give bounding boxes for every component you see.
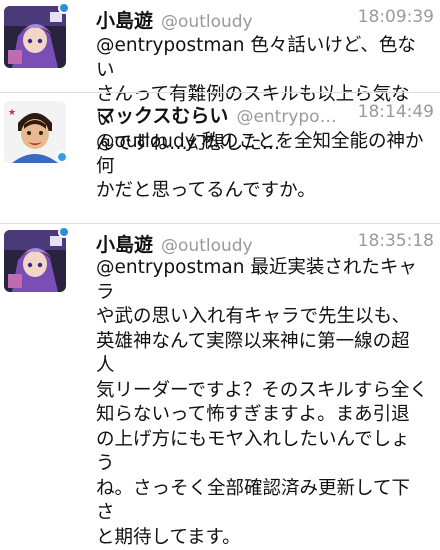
reply-indicator-icon [58, 226, 70, 238]
display-name[interactable]: 小島遊 @outloudy [96, 230, 253, 257]
avatar[interactable] [4, 230, 66, 292]
verified-badge-icon [56, 151, 68, 163]
anime-avatar-icon [4, 230, 66, 292]
tweet-text: @outloudy 私のことを全知全能の神か何 かだと思ってるんですか。 [96, 131, 424, 201]
tweet-row[interactable]: 小島遊 @outloudy 18:35:18 @entrypostman 最近実装… [0, 224, 440, 548]
username: @outloudy [161, 12, 253, 32]
svg-text:★: ★ [8, 108, 16, 118]
tweet-text: @entrypostman 最近実装されたキャラ や武の思い入れ有キャラで先生以… [96, 257, 428, 548]
username: @outloudy [161, 236, 253, 256]
timestamp: 18:35:18 [357, 231, 434, 251]
tweet-row[interactable]: 小島遊 @outloudy 18:09:39 @entrypostman 色々話い… [0, 0, 440, 154]
anime-avatar-icon [4, 6, 66, 68]
tweet-row[interactable]: ★ マックスむらい @entrypo… 18:14:49 @outloudy 私の… [0, 93, 440, 223]
display-name[interactable]: 小島遊 @outloudy [96, 6, 253, 33]
username: @entrypo… [236, 107, 337, 127]
timestamp: 18:09:39 [357, 7, 434, 27]
display-name[interactable]: マックスむらい @entrypo… [96, 101, 337, 128]
avatar[interactable] [4, 6, 66, 68]
timestamp: 18:14:49 [357, 102, 434, 122]
reply-indicator-icon [58, 2, 70, 14]
